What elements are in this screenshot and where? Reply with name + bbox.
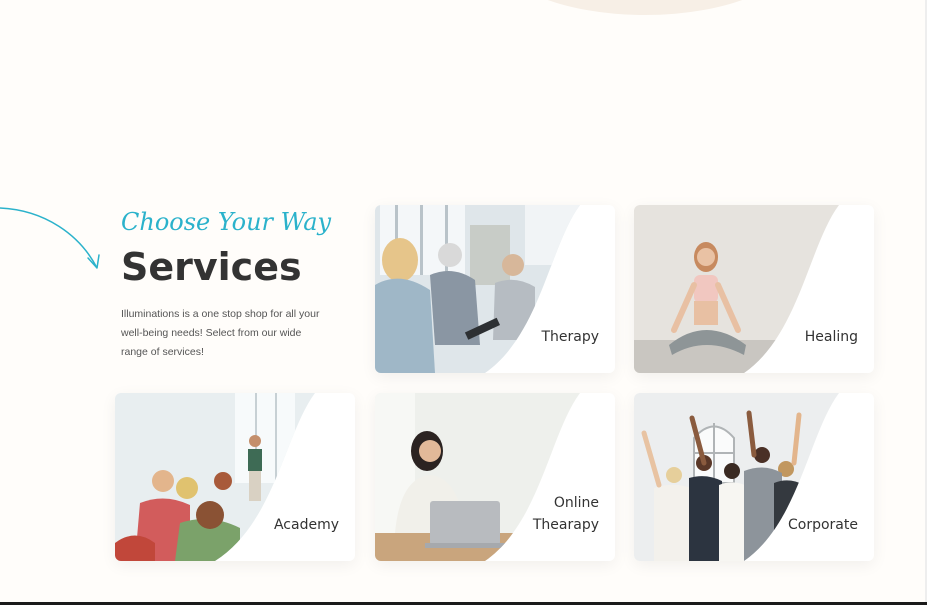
decorative-blob — [490, 0, 800, 15]
service-card-online-therapy[interactable]: Online Thearapy — [375, 393, 615, 561]
service-card-corporate[interactable]: Corporate — [634, 393, 874, 561]
services-intro: Choose Your Way Services Illuminations i… — [121, 205, 341, 362]
section-description: Illuminations is a one stop shop for all… — [121, 308, 320, 358]
label-line-2: Thearapy — [532, 517, 599, 533]
service-card-label: Corporate — [788, 517, 858, 533]
service-card-therapy[interactable]: Therapy — [375, 205, 615, 373]
service-card-healing[interactable]: Healing — [634, 205, 874, 373]
service-card-label: Therapy — [541, 329, 599, 345]
curved-arrow-icon — [0, 207, 100, 269]
label-line-1: Online — [553, 495, 599, 511]
section-title: Services — [121, 245, 302, 289]
section-tagline: Choose Your Way — [121, 208, 332, 236]
service-card-label: Academy — [273, 517, 339, 533]
service-card-label: Online Thearapy — [533, 492, 599, 536]
service-card-academy[interactable]: Academy — [115, 393, 355, 561]
service-card-label: Healing — [804, 329, 858, 345]
